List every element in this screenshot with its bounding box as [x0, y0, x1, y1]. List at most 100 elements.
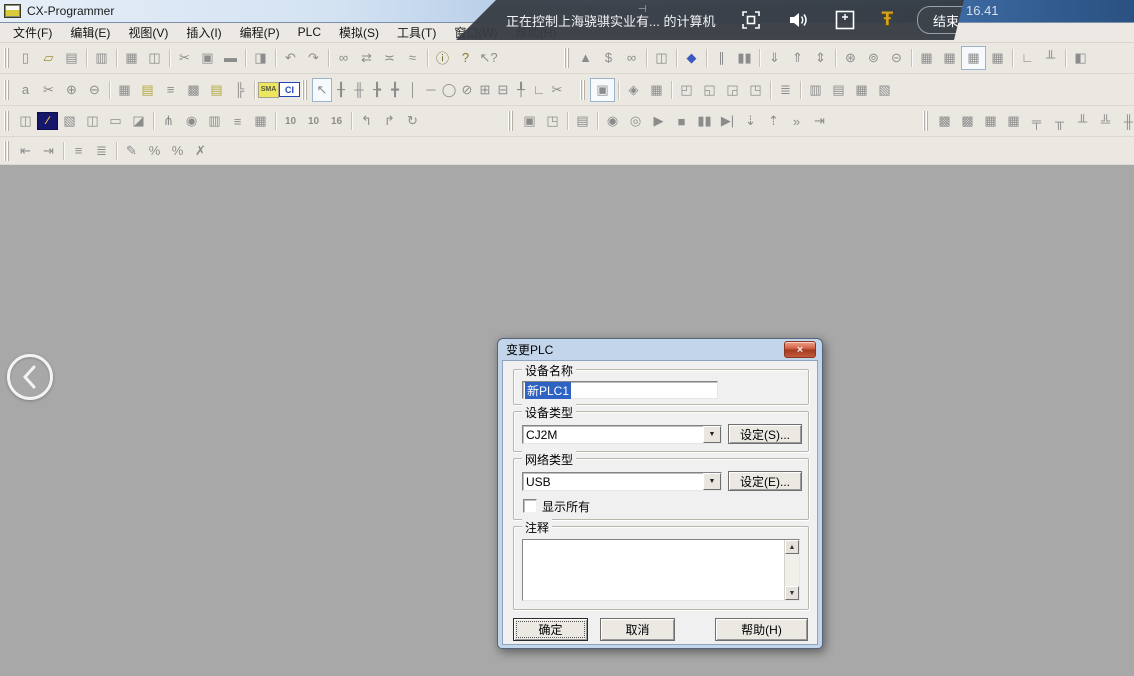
- force-off-button[interactable]: ↱: [378, 110, 401, 132]
- compare-with-plc-button[interactable]: ⇕: [809, 47, 832, 69]
- cross-reference-report-button[interactable]: ⋔: [157, 110, 180, 132]
- change-address-button[interactable]: ≈: [401, 47, 424, 69]
- layers-view-button[interactable]: ◈: [622, 79, 645, 101]
- address-reference-button[interactable]: ≡: [159, 79, 182, 101]
- print-preview-button[interactable]: ◫: [143, 47, 166, 69]
- monitor-in-hex-button[interactable]: CI: [279, 82, 300, 97]
- signed-decimal-monitor-button[interactable]: 10: [302, 110, 325, 132]
- help-button[interactable]: 帮助(H): [715, 618, 808, 641]
- scroll-up-icon[interactable]: ▲: [785, 540, 799, 554]
- symbol-verify-button[interactable]: ◲: [721, 79, 744, 101]
- toolbar-drag-handle[interactable]: [4, 111, 10, 131]
- menu-item-program[interactable]: 编程(P): [231, 22, 289, 43]
- sim-stop-button[interactable]: ■: [670, 110, 693, 132]
- zoom-out-button[interactable]: ⊖: [83, 79, 106, 101]
- new-plc-instruction-button[interactable]: ⊞: [476, 79, 494, 101]
- new-horizontal-line-button[interactable]: ─: [422, 79, 440, 101]
- online-device-button[interactable]: ◫: [650, 47, 673, 69]
- send-changes-button[interactable]: ⊚: [862, 47, 885, 69]
- rung-comb-4-button[interactable]: ╩: [1094, 110, 1117, 132]
- fullscreen-icon[interactable]: [741, 9, 761, 31]
- pause-button[interactable]: ▮▮: [733, 47, 756, 69]
- rung-wrap-button[interactable]: ≣: [90, 140, 113, 162]
- force-on-button[interactable]: ↰: [355, 110, 378, 132]
- new-project-button[interactable]: ▯: [14, 47, 37, 69]
- monitor-window-2-button[interactable]: ▦: [938, 47, 961, 69]
- add-window-icon[interactable]: [835, 9, 855, 31]
- new-coil-button[interactable]: ◯: [440, 79, 458, 101]
- comment-scrollbar[interactable]: ▲ ▼: [784, 540, 799, 600]
- new-contact-button[interactable]: ╂: [332, 79, 350, 101]
- rising-edge-button[interactable]: ╀: [512, 79, 530, 101]
- window-cascade-button[interactable]: ▥: [804, 79, 827, 101]
- menu-item-simulation[interactable]: 模拟(S): [330, 22, 388, 43]
- paste-special-button[interactable]: ◨: [249, 47, 272, 69]
- show-rung-annotations-button[interactable]: SMA: [258, 82, 279, 98]
- find-in-project-button[interactable]: ≍: [378, 47, 401, 69]
- menu-item-file[interactable]: 文件(F): [4, 22, 61, 43]
- monitor-view-button[interactable]: ▥: [203, 110, 226, 132]
- menu-item-insert[interactable]: 插入(I): [177, 22, 230, 43]
- selection-cursor-button[interactable]: ↖: [312, 78, 332, 102]
- toolbar-drag-handle[interactable]: [508, 111, 514, 131]
- about-info-button[interactable]: ⓘ: [431, 47, 454, 69]
- cut-button[interactable]: ✂: [173, 47, 196, 69]
- memory-view-button[interactable]: ▦: [249, 110, 272, 132]
- symbol-table-button[interactable]: ▤: [205, 79, 228, 101]
- device-type-combobox[interactable]: CJ2M ▼: [522, 425, 722, 444]
- stop-mode-window-button[interactable]: ◳: [541, 110, 564, 132]
- io-monitor-2-button[interactable]: ▩: [956, 110, 979, 132]
- network-type-settings-button[interactable]: 设定(E)...: [728, 471, 802, 491]
- address-reference-tool-button[interactable]: ◉: [180, 110, 203, 132]
- sim-pause-button[interactable]: ▮▮: [693, 110, 716, 132]
- menu-item-plc[interactable]: PLC: [289, 23, 330, 41]
- io-comment-view-button[interactable]: ▩: [182, 79, 205, 101]
- zoom-to-fit-button[interactable]: a: [14, 79, 37, 101]
- line-delete-button[interactable]: ✂: [548, 79, 566, 101]
- help-topics-button[interactable]: ?: [454, 47, 477, 69]
- app-icon[interactable]: [4, 4, 21, 18]
- symbol-delete-button[interactable]: ◱: [698, 79, 721, 101]
- open-project-button[interactable]: ▱: [37, 47, 60, 69]
- cancel-button[interactable]: 取消: [600, 618, 675, 641]
- transfer-monitor-button[interactable]: ◆: [680, 47, 703, 69]
- monitor-window-1-button[interactable]: ▦: [915, 47, 938, 69]
- toolbar-drag-handle[interactable]: [564, 48, 570, 68]
- menu-item-tools[interactable]: 工具(T): [388, 22, 445, 43]
- find-button[interactable]: ∞: [332, 47, 355, 69]
- new-function-block-button[interactable]: ⊟: [494, 79, 512, 101]
- rung-comb-2-button[interactable]: ╥: [1048, 110, 1071, 132]
- indent-left-button[interactable]: ⇤: [14, 140, 37, 162]
- sim-step-run-button[interactable]: ▶|: [716, 110, 739, 132]
- compile-program-button[interactable]: ▥: [90, 47, 113, 69]
- online-edit-button[interactable]: ⊛: [839, 47, 862, 69]
- toggle-grid-button[interactable]: ▦: [113, 79, 136, 101]
- window-arrange-button[interactable]: ▧: [873, 79, 896, 101]
- edit-pen-button[interactable]: ✎: [120, 140, 143, 162]
- show-project-workspace-button[interactable]: ◫: [14, 110, 37, 132]
- decimal-monitor-button[interactable]: 10: [279, 110, 302, 132]
- pause-monitoring-button[interactable]: ∥: [710, 47, 733, 69]
- window-tile-h-button[interactable]: ▤: [827, 79, 850, 101]
- show-properties-button[interactable]: ◪: [127, 110, 150, 132]
- symbol-insert-button[interactable]: ◰: [675, 79, 698, 101]
- new-closed-contact-button[interactable]: ╫: [350, 79, 368, 101]
- monitor-window-3-button[interactable]: ▦: [961, 46, 986, 70]
- chevron-down-icon[interactable]: ▼: [703, 426, 721, 443]
- copy-button[interactable]: ▣: [196, 47, 219, 69]
- show-output-window-button[interactable]: ▧: [58, 110, 81, 132]
- sim-continuous-step-button[interactable]: »: [785, 110, 808, 132]
- collapse-panel-button[interactable]: [7, 354, 53, 400]
- data-trace-button[interactable]: ◧: [1069, 47, 1092, 69]
- network-type-combobox[interactable]: USB ▼: [522, 472, 722, 491]
- chevron-down-icon[interactable]: ▼: [703, 473, 721, 490]
- toolbar-drag-handle[interactable]: [302, 80, 308, 100]
- edit-note-button[interactable]: ▤: [571, 110, 594, 132]
- line-connect-button[interactable]: ∟: [530, 79, 548, 101]
- io-monitor-1-button[interactable]: ▩: [933, 110, 956, 132]
- hex-monitor-button[interactable]: 16: [325, 110, 348, 132]
- undo-button[interactable]: ↶: [279, 47, 302, 69]
- zoom-custom-button[interactable]: ✂: [37, 79, 60, 101]
- delete-edit-button[interactable]: ✗: [189, 140, 212, 162]
- scroll-down-icon[interactable]: ▼: [785, 586, 799, 600]
